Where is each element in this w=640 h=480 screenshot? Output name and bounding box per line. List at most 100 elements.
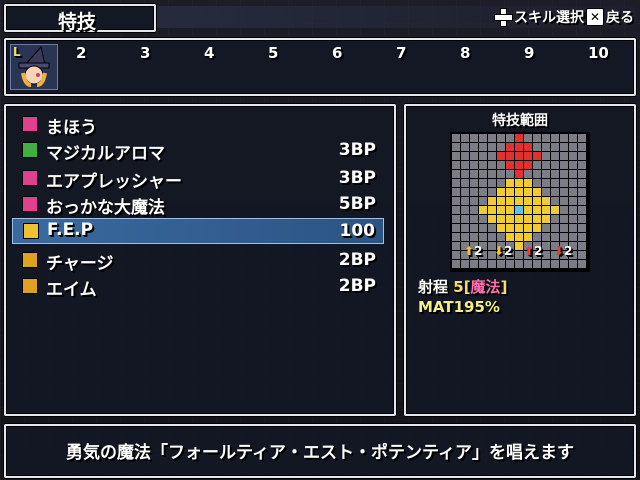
range-cell bbox=[578, 143, 586, 151]
range-cell bbox=[578, 224, 586, 232]
range-cell bbox=[470, 134, 478, 142]
range-cell bbox=[515, 179, 523, 187]
cancel-key-icon: ✕ bbox=[586, 8, 604, 26]
range-cell bbox=[506, 206, 514, 214]
range-cell bbox=[569, 197, 577, 205]
range-cell bbox=[461, 134, 469, 142]
arrow-down-2-red: ⬇2 bbox=[554, 244, 573, 258]
range-cell bbox=[470, 152, 478, 160]
range-cell bbox=[569, 233, 577, 241]
skill-row-air-pressure[interactable]: エアプレッシャー 3BP bbox=[12, 166, 384, 192]
skill-row-aim[interactable]: エイム 2BP bbox=[12, 274, 384, 300]
party-slot-3[interactable]: 3 bbox=[140, 44, 150, 62]
party-slot-10[interactable]: 10 bbox=[588, 44, 609, 62]
range-cell bbox=[461, 197, 469, 205]
range-cell bbox=[560, 215, 568, 223]
range-cell bbox=[524, 161, 532, 169]
leader-badge: L bbox=[13, 45, 21, 59]
range-cell bbox=[452, 215, 460, 223]
party-slot-7[interactable]: 7 bbox=[396, 44, 406, 62]
range-cell bbox=[542, 152, 550, 160]
range-cell bbox=[533, 134, 541, 142]
range-cell bbox=[488, 188, 496, 196]
range-cell bbox=[452, 170, 460, 178]
skill-name: F.E.P bbox=[47, 220, 94, 240]
range-cell bbox=[461, 206, 469, 214]
skill-name: チャージ bbox=[46, 254, 114, 274]
range-cell bbox=[506, 224, 514, 232]
page-title: 特技 bbox=[58, 11, 97, 33]
range-cell bbox=[569, 215, 577, 223]
range-cell bbox=[479, 206, 487, 214]
range-cell bbox=[578, 179, 586, 187]
party-slot-8[interactable]: 8 bbox=[460, 44, 470, 62]
buff-icon bbox=[22, 252, 38, 268]
range-cell bbox=[578, 206, 586, 214]
range-cell bbox=[497, 179, 505, 187]
range-cell bbox=[515, 206, 523, 214]
range-cell bbox=[488, 161, 496, 169]
range-cell bbox=[560, 233, 568, 241]
range-cell bbox=[551, 206, 559, 214]
range-cell bbox=[551, 197, 559, 205]
range-cell bbox=[551, 143, 559, 151]
party-slot-2[interactable]: 2 bbox=[76, 44, 86, 62]
skill-row-magical-aroma[interactable]: マジカルアロマ 3BP bbox=[12, 138, 384, 164]
range-cell bbox=[515, 170, 523, 178]
range-cell bbox=[497, 143, 505, 151]
skill-row-okkana-daimahou[interactable]: おっかな大魔法 5BP bbox=[12, 192, 384, 218]
skill-row-magic[interactable]: まほう bbox=[12, 112, 384, 138]
range-cell bbox=[452, 260, 460, 268]
party-slot-6[interactable]: 6 bbox=[332, 44, 342, 62]
range-cell bbox=[542, 170, 550, 178]
range-cell bbox=[497, 233, 505, 241]
range-cell bbox=[497, 152, 505, 160]
range-cell bbox=[569, 143, 577, 151]
range-cell bbox=[542, 224, 550, 232]
range-cell bbox=[506, 179, 514, 187]
range-cell bbox=[497, 188, 505, 196]
range-cell bbox=[479, 197, 487, 205]
skill-range-window: 特技範囲 ⬆2 ⬇2 ⬆2 ⬇2 射程 5[魔法] MAT195% bbox=[404, 104, 636, 416]
range-cell bbox=[515, 188, 523, 196]
range-cell bbox=[551, 224, 559, 232]
skill-row-charge[interactable]: チャージ 2BP bbox=[12, 248, 384, 274]
range-cell bbox=[470, 161, 478, 169]
party-slot-4[interactable]: 4 bbox=[204, 44, 214, 62]
range-cell bbox=[515, 224, 523, 232]
buff-icon bbox=[22, 278, 38, 294]
range-cell bbox=[542, 197, 550, 205]
range-cell bbox=[533, 170, 541, 178]
range-cell bbox=[452, 143, 460, 151]
range-cell bbox=[470, 224, 478, 232]
range-cell bbox=[452, 161, 460, 169]
skill-cost: 5BP bbox=[338, 194, 376, 214]
range-cell bbox=[488, 143, 496, 151]
character-portrait[interactable]: L bbox=[10, 44, 58, 90]
range-cell bbox=[461, 170, 469, 178]
range-cell bbox=[506, 143, 514, 151]
range-cell bbox=[470, 233, 478, 241]
range-cell bbox=[506, 152, 514, 160]
range-cell bbox=[533, 215, 541, 223]
range-cell bbox=[569, 224, 577, 232]
range-cell bbox=[569, 206, 577, 214]
range-cell bbox=[515, 233, 523, 241]
party-slot-9[interactable]: 9 bbox=[524, 44, 534, 62]
range-cell bbox=[524, 143, 532, 151]
party-slot-5[interactable]: 5 bbox=[268, 44, 278, 62]
skill-row-fep-selected[interactable]: F.E.P 100 bbox=[12, 218, 384, 244]
range-cell bbox=[569, 188, 577, 196]
range-arrows: ⬆2 ⬇2 ⬆2 ⬇2 bbox=[464, 244, 584, 268]
range-cell bbox=[488, 215, 496, 223]
range-cell bbox=[461, 143, 469, 151]
range-cell bbox=[506, 215, 514, 223]
range-cell bbox=[524, 170, 532, 178]
skill-cost: 3BP bbox=[338, 140, 376, 160]
help-skill-select-label: スキル選択 bbox=[514, 10, 584, 26]
range-cell bbox=[542, 161, 550, 169]
help-back-label[interactable]: 戻る bbox=[606, 7, 634, 27]
skill-cost: 3BP bbox=[338, 168, 376, 188]
range-cell bbox=[533, 152, 541, 160]
description-window: 勇気の魔法「フォールティア・エスト・ポテンティア」を唱えます bbox=[4, 424, 636, 478]
